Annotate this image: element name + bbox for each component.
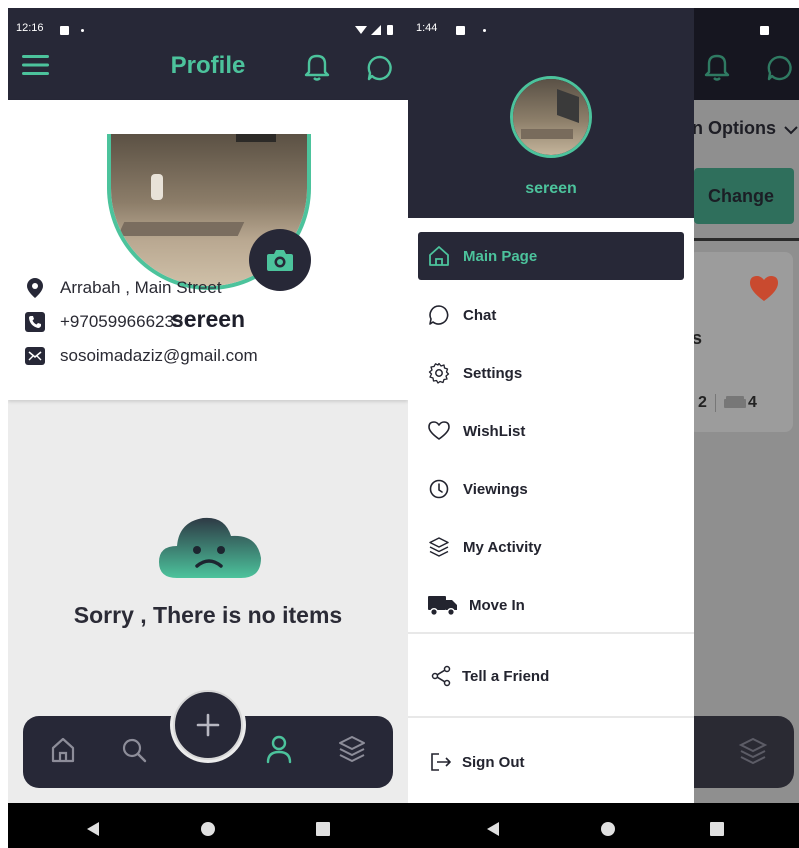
empty-state-message: Sorry , There is no items: [73, 602, 343, 628]
menu-item-label: My Activity: [463, 538, 542, 556]
menu-divider: [408, 716, 694, 718]
background-bottom-nav: [694, 716, 794, 788]
background-listing-card: s 2 4: [688, 252, 793, 432]
drawer-header: 1:44 sereen: [408, 8, 694, 218]
address-row: Arrabah , Main Street: [24, 276, 222, 300]
gear-icon: [428, 362, 450, 384]
background-change-button: Change: [694, 168, 794, 224]
recents-icon[interactable]: [316, 822, 330, 836]
drawer-recents-icon[interactable]: [710, 822, 724, 836]
drawer-status-time: 1:44: [416, 22, 438, 34]
menu-item-wishlist[interactable]: WishList: [418, 407, 684, 455]
back-icon[interactable]: [86, 821, 100, 837]
background-bell-icon: [704, 54, 730, 81]
heart-icon: [428, 420, 450, 442]
background-stat-b: 4: [748, 394, 757, 411]
clock-icon: [428, 478, 450, 500]
navigation-drawer: 1:44 sereen Main Page Chat Settings Wish…: [408, 8, 694, 803]
menu-item-chat[interactable]: Chat: [418, 291, 684, 339]
menu-item-label: Move In: [469, 596, 525, 614]
drawer-avatar-photo: [513, 79, 589, 155]
background-stat-a: 2: [698, 394, 707, 411]
menu-item-settings[interactable]: Settings: [418, 349, 684, 397]
menu-item-label: Main Page: [463, 247, 538, 265]
background-chat-icon: [767, 55, 792, 81]
plus-icon: [196, 713, 220, 737]
drawer-status-dot-icon: [483, 29, 486, 32]
drawer-avatar[interactable]: [510, 76, 592, 158]
menu-item-move-in[interactable]: Move In: [418, 581, 684, 629]
drawer-back-icon[interactable]: [486, 821, 500, 837]
phone-text: +970599666233: [60, 312, 184, 331]
background-divider: [694, 238, 799, 241]
menu-item-my-activity[interactable]: My Activity: [418, 523, 684, 571]
menu-item-label: Viewings: [463, 480, 528, 498]
status-battery-icon: [760, 26, 769, 35]
location-pin-icon: [24, 277, 46, 299]
change-photo-button[interactable]: [249, 229, 311, 291]
bed-icon: [724, 396, 746, 408]
email-text: sosoimadaziz@gmail.com: [60, 346, 258, 365]
phone-row: +970599666233: [24, 310, 183, 334]
profile-card: sereen Arrabah , Main Street +9705996662…: [8, 100, 408, 400]
mail-icon: [24, 345, 46, 367]
chat-bubble-icon[interactable]: [366, 54, 394, 82]
bell-icon[interactable]: [304, 52, 330, 82]
layers-icon: [428, 536, 450, 558]
menu-item-sign-out[interactable]: Sign Out: [418, 738, 684, 786]
notification-icon: [60, 26, 69, 35]
menu-item-label: Chat: [463, 306, 497, 324]
background-options-label: n Options: [692, 118, 776, 138]
menu-item-main-page[interactable]: Main Page: [418, 232, 684, 280]
drawer-username: sereen: [525, 180, 577, 197]
drawer-notification-icon: [456, 26, 465, 35]
stat-separator: [715, 394, 716, 412]
background-change-label: Change: [708, 186, 775, 206]
chevron-down-icon: [784, 126, 798, 135]
drawer-screen: n Options Change s 2 4 1:44 sereen Main …: [408, 8, 799, 848]
drawer-home-circle-icon[interactable]: [600, 821, 616, 837]
top-app-bar: 12:16 Profile: [8, 8, 408, 100]
chat-bubble-icon: [428, 304, 450, 326]
heart-filled-icon: [750, 276, 778, 301]
nav-search-icon[interactable]: [121, 737, 147, 763]
home-icon: [428, 245, 450, 267]
home-circle-icon[interactable]: [200, 821, 216, 837]
nav-person-icon[interactable]: [265, 734, 293, 764]
nav-layers-icon[interactable]: [337, 734, 367, 764]
status-dot-icon: [81, 29, 84, 32]
phone-icon: [24, 311, 46, 333]
sad-cloud-icon: [159, 517, 261, 578]
tell-a-friend-label: Tell a Friend: [462, 667, 550, 685]
drawer-system-nav-bar: [408, 803, 799, 848]
status-signal-icon: [355, 25, 393, 35]
email-row: sosoimadaziz@gmail.com: [24, 344, 258, 368]
sign-out-icon: [430, 751, 452, 773]
menu-divider: [408, 632, 694, 634]
page-title: Profile: [170, 52, 246, 79]
camera-icon: [267, 250, 293, 271]
background-layers-icon: [738, 737, 768, 765]
system-nav-bar: [8, 803, 408, 848]
menu-item-label: WishList: [463, 422, 526, 440]
add-button[interactable]: [173, 690, 243, 760]
sign-out-label: Sign Out: [462, 753, 525, 771]
menu-item-viewings[interactable]: Viewings: [418, 465, 684, 513]
menu-item-label: Settings: [463, 364, 523, 382]
truck-icon: [428, 594, 458, 616]
nav-home-icon[interactable]: [50, 736, 76, 764]
menu-item-tell-a-friend[interactable]: Tell a Friend: [418, 652, 684, 700]
status-time: 12:16: [16, 22, 44, 34]
address-text: Arrabah , Main Street: [60, 278, 222, 297]
share-icon: [430, 665, 452, 687]
profile-screen: 12:16 Profile sereen Arrabah , Main Stre…: [8, 8, 408, 848]
